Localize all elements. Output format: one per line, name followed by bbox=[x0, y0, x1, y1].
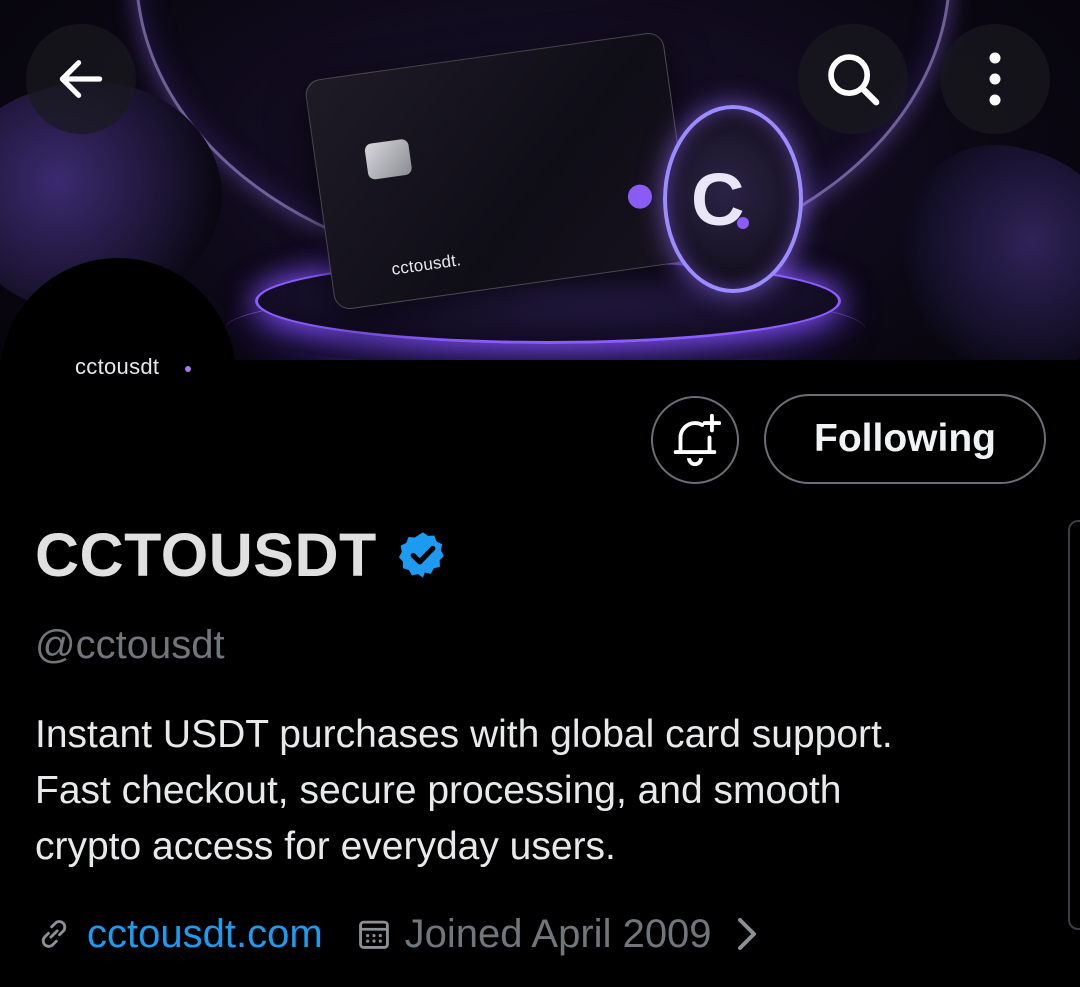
notifications-button[interactable] bbox=[651, 396, 739, 484]
card-dot bbox=[626, 183, 654, 211]
calendar-icon bbox=[355, 915, 393, 953]
avatar-logo-dot bbox=[185, 366, 191, 372]
verified-badge-icon[interactable] bbox=[397, 529, 449, 581]
bio-line: Fast checkout, secure processing, and sm… bbox=[35, 769, 842, 812]
link-icon bbox=[35, 915, 73, 953]
profile-avatar[interactable]: cctousdt bbox=[0, 258, 236, 494]
back-button[interactable] bbox=[26, 24, 136, 134]
bio-line: crypto access for everyday users. bbox=[35, 825, 616, 868]
more-options-button[interactable] bbox=[940, 24, 1050, 134]
website-link[interactable]: cctousdt.com bbox=[87, 912, 323, 957]
profile-meta-row: cctousdt.com Joined April 2009 bbox=[35, 906, 760, 962]
avatar-logo-text: cctousdt bbox=[75, 354, 160, 379]
display-name-row: CCTOUSDT bbox=[35, 520, 449, 590]
bell-plus-icon bbox=[673, 413, 722, 467]
card-chip-icon bbox=[364, 138, 413, 181]
more-vertical-icon bbox=[989, 52, 1001, 106]
search-button[interactable] bbox=[798, 24, 908, 134]
chevron-right-icon[interactable] bbox=[736, 916, 760, 952]
coin-dot bbox=[737, 217, 749, 229]
arrow-left-icon bbox=[59, 60, 103, 98]
coin-letter: C bbox=[691, 158, 745, 241]
scrollbar[interactable] bbox=[1068, 520, 1080, 930]
banner-rock-right bbox=[876, 125, 1080, 360]
search-icon bbox=[828, 54, 880, 106]
profile-bio: Instant USDT purchases with global card … bbox=[35, 707, 1035, 875]
following-button[interactable]: Following bbox=[764, 394, 1046, 484]
display-name: CCTOUSDT bbox=[35, 521, 377, 589]
card-brand-text: cctousdt. bbox=[390, 250, 463, 279]
banner-coin: C bbox=[663, 105, 803, 293]
user-handle: @cctousdt bbox=[35, 623, 225, 667]
joined-date: Joined April 2009 bbox=[404, 911, 712, 956]
bio-line: Instant USDT purchases with global card … bbox=[35, 713, 893, 756]
